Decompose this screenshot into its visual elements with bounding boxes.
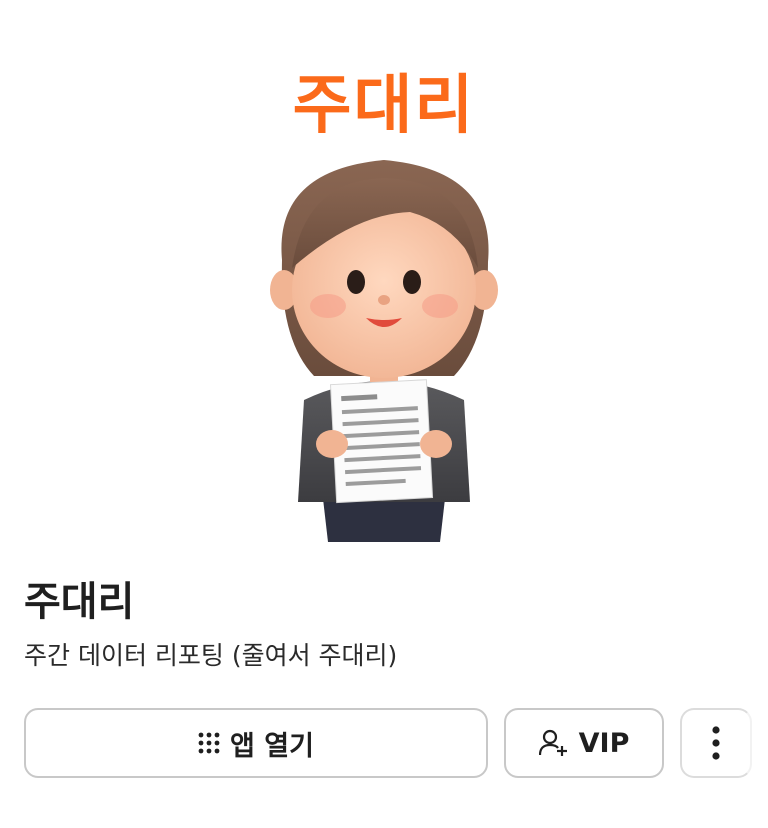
add-user-icon [538,729,567,756]
more-vertical-icon [712,726,720,760]
app-title: 주대리 [24,579,135,625]
open-app-button[interactable]: 앱 열기 [24,708,488,778]
mascot-illustration [270,160,498,542]
open-app-label: 앱 열기 [230,730,314,762]
more-options-button[interactable] [680,708,752,778]
app-subtitle: 주간 데이터 리포팅 (줄여서 주대리) [24,641,398,670]
grid-dots-icon [198,732,220,754]
hero-banner: 주대리 [0,0,768,545]
action-bar: 앱 열기 VIP [24,708,752,780]
vip-button[interactable]: VIP [504,708,664,778]
vip-label: VIP [578,727,630,759]
brand-logo-text: 주대리 [292,69,476,143]
